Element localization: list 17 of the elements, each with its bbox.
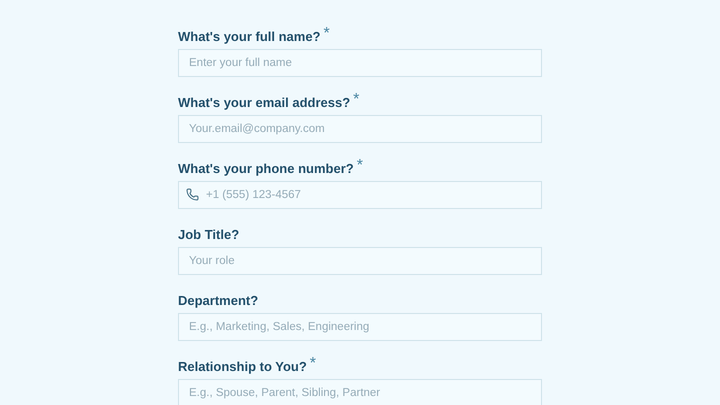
input-field[interactable]: E.g., Spouse, Parent, Sibling, Partner xyxy=(178,379,542,405)
input-field[interactable]: Your.email@company.com xyxy=(178,115,542,143)
field-label: What's your phone number? xyxy=(178,160,354,177)
input-field[interactable]: E.g., Marketing, Sales, Engineering xyxy=(178,313,542,341)
input-field[interactable]: Your role xyxy=(178,247,542,275)
phone-icon xyxy=(186,188,199,201)
field-label: Relationship to You? xyxy=(178,358,307,375)
field-label: Job Title? xyxy=(178,226,240,243)
input-field[interactable]: +1 (555) 123-4567 xyxy=(178,181,542,209)
required-mark: * xyxy=(324,28,330,40)
field-label: Department? xyxy=(178,292,258,309)
field-label: What's your full name? xyxy=(178,28,320,45)
required-mark: * xyxy=(356,160,363,172)
field-label: What's your email address? xyxy=(178,94,350,111)
required-mark: * xyxy=(353,94,360,106)
input-field[interactable]: Enter your full name xyxy=(178,49,542,77)
required-mark: * xyxy=(310,358,316,370)
